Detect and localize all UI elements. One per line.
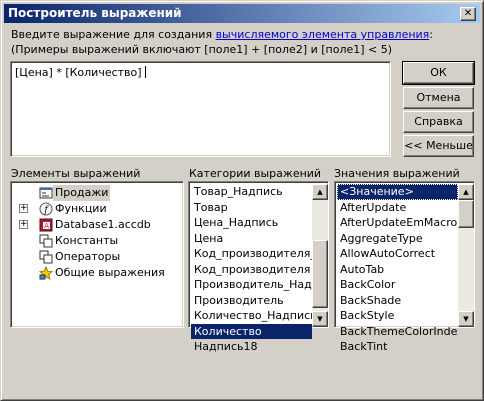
list-item[interactable]: Код_производителя_Надпись: [191, 246, 312, 262]
scroll-up-icon: ▲: [317, 188, 323, 196]
values-label: Значения выражений: [334, 167, 460, 180]
scroll-up-button[interactable]: ▲: [458, 184, 474, 200]
list-item[interactable]: AggregateType: [337, 231, 458, 247]
list-item[interactable]: Производитель: [191, 293, 312, 309]
list-item[interactable]: Цена: [191, 231, 312, 247]
scroll-down-button[interactable]: ▼: [458, 311, 474, 327]
list-item[interactable]: BackColor: [337, 277, 458, 293]
list-item[interactable]: Цена_Надпись: [191, 215, 312, 231]
scroll-thumb[interactable]: [312, 240, 328, 308]
values-list[interactable]: <Значение> AfterUpdate AfterUpdateEmMacro A…: [334, 181, 475, 353]
list-item[interactable]: Количество_Надпись: [191, 308, 312, 324]
list-item[interactable]: Товар_Надпись: [191, 184, 312, 200]
help-button[interactable]: Справка: [403, 111, 474, 133]
tree-item-label: Database1.accdb: [55, 218, 151, 231]
categories-scrollbar[interactable]: ▲ ▼: [312, 184, 328, 327]
calculated-control-link[interactable]: вычисляемого элемента управления: [216, 28, 430, 41]
scroll-up-button[interactable]: ▲: [312, 184, 328, 200]
expand-icon[interactable]: +: [19, 220, 28, 229]
constants-icon: [39, 234, 53, 248]
expression-value: [Цена] * [Количество]: [15, 66, 142, 79]
instruction-text: Введите выражение для создания: [11, 28, 216, 41]
list-item[interactable]: Код_производителя: [191, 262, 312, 278]
instruction-line-2: (Примеры выражений включают [поле1] + [п…: [11, 43, 393, 56]
ok-button[interactable]: ОК: [402, 61, 475, 85]
form-icon: [39, 187, 53, 199]
values-scrollbar[interactable]: ▲ ▼: [458, 184, 474, 327]
elements-tree[interactable]: Продажи + f Функции + A Database1.accdb: [10, 181, 184, 328]
svg-text:A: A: [44, 222, 49, 230]
list-item[interactable]: BackTint: [337, 339, 458, 355]
tree-item-label: Продажи: [53, 185, 111, 201]
scroll-up-icon: ▲: [463, 188, 469, 196]
text-caret: [144, 66, 146, 78]
database-icon: A: [39, 218, 53, 232]
scroll-down-button[interactable]: ▼: [312, 311, 328, 327]
list-item[interactable]: BackThemeColorIndex: [337, 324, 458, 340]
cancel-button[interactable]: Отмена: [403, 87, 474, 109]
tree-item-label: Константы: [55, 234, 119, 247]
scroll-thumb[interactable]: [458, 200, 474, 228]
expression-builder-window: Построитель выражений ✕ Введите выражени…: [0, 0, 484, 401]
close-button[interactable]: ✕: [460, 7, 476, 21]
expand-icon[interactable]: +: [19, 204, 28, 213]
list-item[interactable]: BackStyle: [337, 308, 458, 324]
scroll-down-icon: ▼: [463, 315, 469, 323]
list-item[interactable]: Производитель_Надпись: [191, 277, 312, 293]
title-bar[interactable]: Построитель выражений ✕: [4, 4, 480, 23]
instruction-line-1: Введите выражение для создания вычисляем…: [11, 28, 433, 41]
instruction-colon: :: [429, 28, 434, 41]
categories-label: Категории выражений: [189, 167, 322, 180]
less-button[interactable]: << Меньше: [403, 135, 474, 157]
tree-item-label: Общие выражения: [55, 266, 165, 279]
close-icon: ✕: [463, 8, 473, 19]
tree-item-label: Операторы: [55, 250, 121, 263]
expression-input[interactable]: [Цена] * [Количество]: [10, 61, 391, 157]
list-item[interactable]: AllowAutoCorrect: [337, 246, 458, 262]
tree-item-label: Функции: [55, 202, 107, 215]
list-item[interactable]: Надпись18: [191, 339, 312, 355]
list-item[interactable]: Товар: [191, 200, 312, 216]
list-item[interactable]: AutoTab: [337, 262, 458, 278]
list-item[interactable]: AfterUpdate: [337, 200, 458, 216]
list-item[interactable]: <Значение>: [337, 184, 458, 200]
list-item[interactable]: AfterUpdateEmMacro: [337, 215, 458, 231]
list-item[interactable]: BackShade: [337, 293, 458, 309]
function-icon: f: [39, 202, 53, 216]
list-item[interactable]: Количество: [191, 323, 312, 339]
common-expressions-icon: [39, 266, 53, 280]
operators-icon: [39, 250, 53, 264]
elements-label: Элементы выражений: [11, 167, 141, 180]
scroll-down-icon: ▼: [317, 315, 323, 323]
categories-list[interactable]: Товар_Надпись Товар Цена_Надпись Цена Код_пр…: [188, 181, 329, 353]
window-title: Построитель выражений: [8, 6, 182, 20]
